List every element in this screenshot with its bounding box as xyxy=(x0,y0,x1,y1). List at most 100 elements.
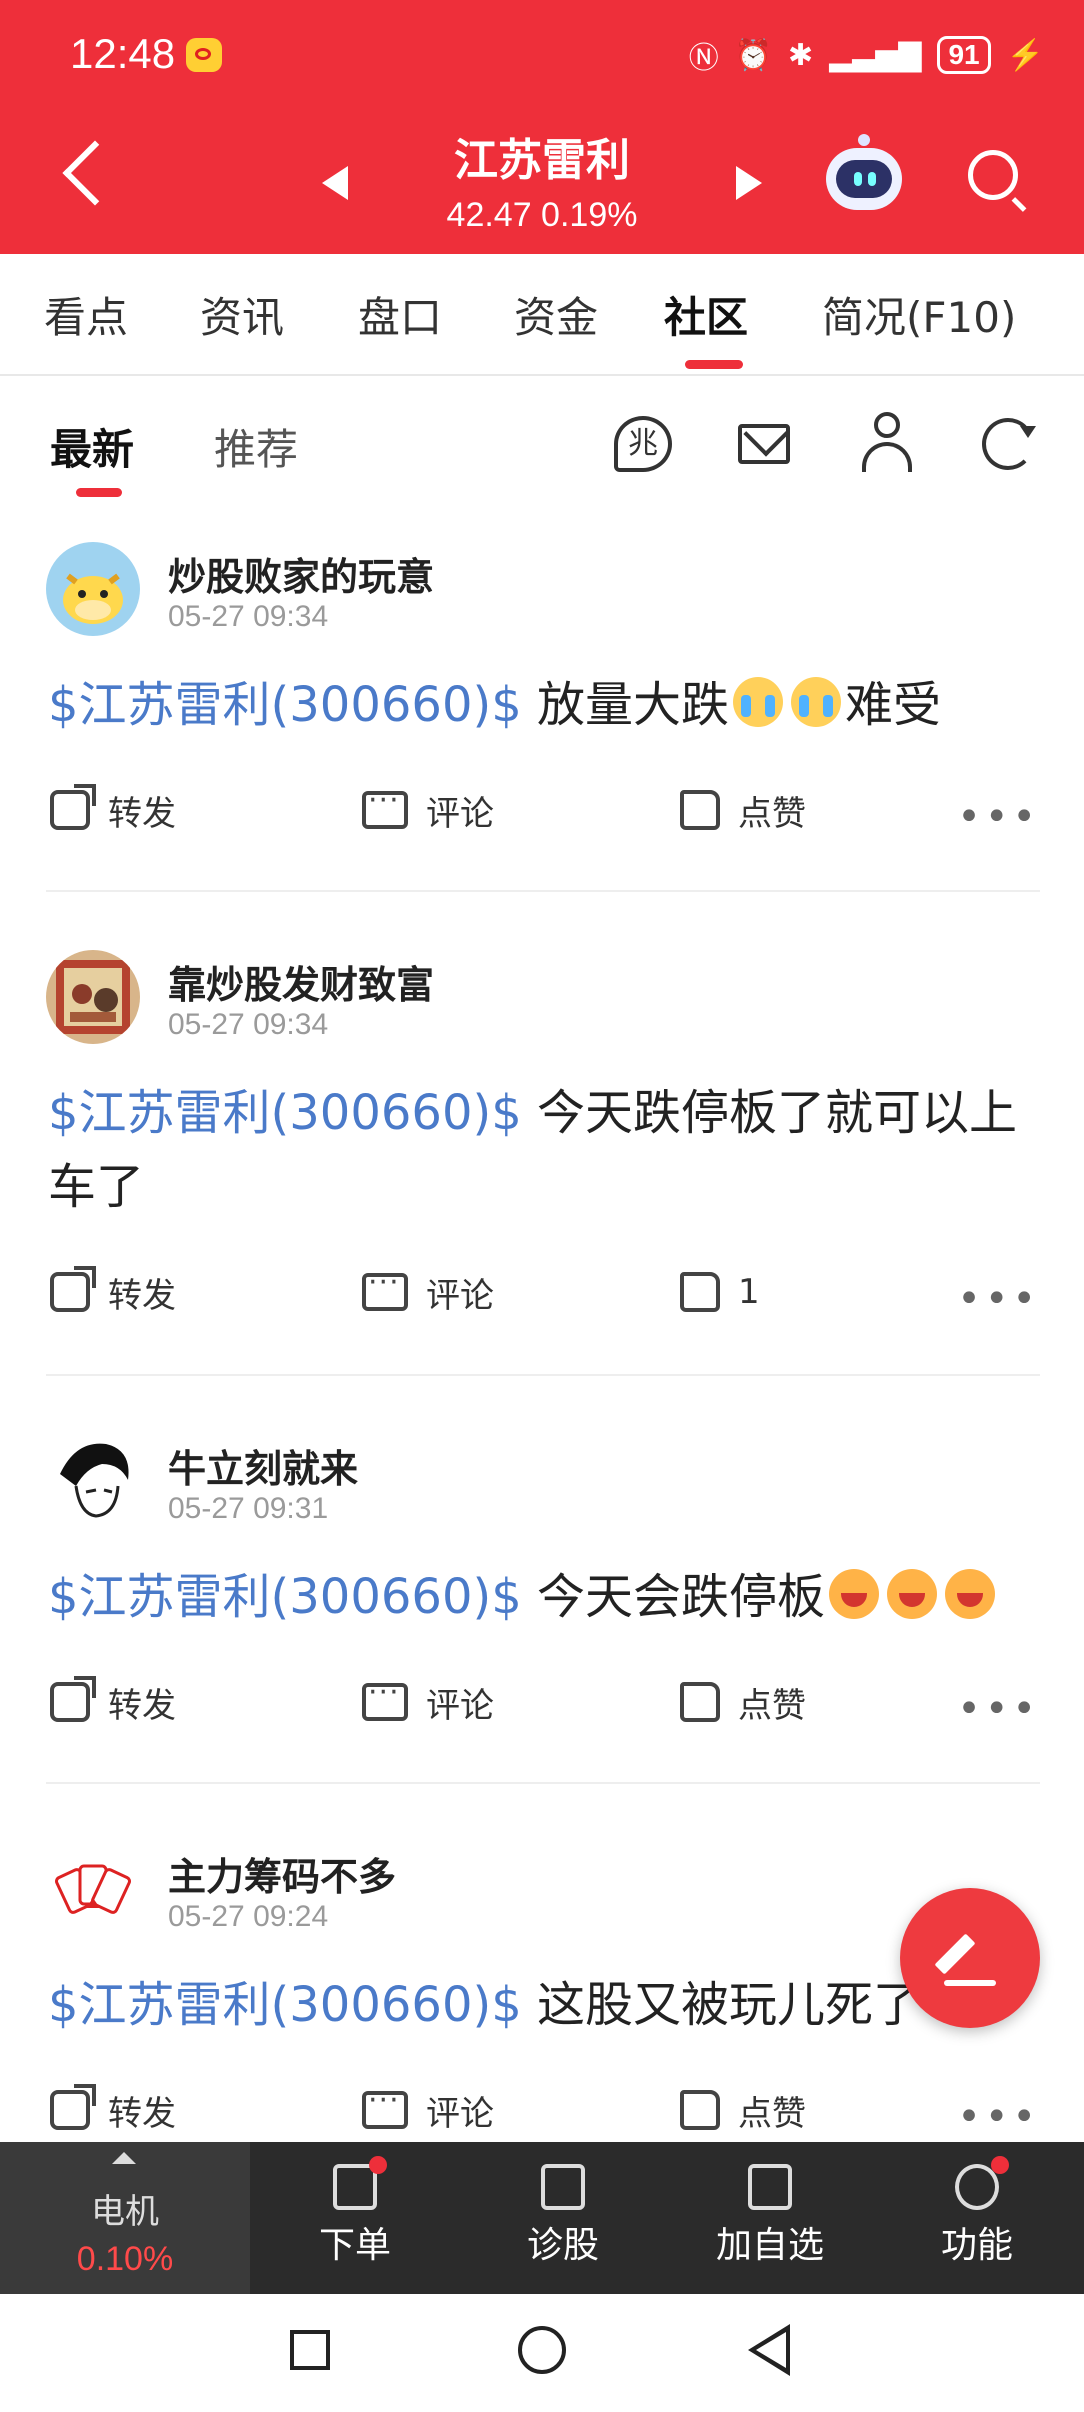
search-icon[interactable] xyxy=(968,150,1018,200)
divider xyxy=(46,1782,1040,1784)
post-content[interactable]: $江苏雷利(300660)$ 今天会跌停板 xyxy=(48,1560,1038,1634)
recent-apps-icon[interactable] xyxy=(290,2330,330,2370)
sector-change: 0.10% xyxy=(76,2240,174,2278)
laughing-emoji-icon xyxy=(829,1569,880,1619)
post-content[interactable]: $江苏雷利(300660)$ 今天跌停板了就可以上车了 xyxy=(48,1076,1038,1224)
like-button[interactable]: 点赞 xyxy=(680,780,806,840)
diagnose-stock-button[interactable]: 诊股 xyxy=(498,2142,628,2294)
stock-tag-link[interactable]: $江苏雷利(300660)$ xyxy=(48,1569,522,1625)
username[interactable]: 主力筹码不多 xyxy=(168,1846,396,1901)
post-content[interactable]: $江苏雷利(300660)$ 这股又被玩儿死了 xyxy=(48,1968,1038,2042)
more-icon[interactable]: ••• xyxy=(957,794,1040,840)
alarm-icon: ⏰ xyxy=(734,38,773,72)
notification-dot xyxy=(991,2156,1009,2174)
crying-emoji-icon xyxy=(733,677,784,727)
avatar[interactable] xyxy=(46,542,140,636)
stock-tabs: 看点 资讯 盘口 资金 社区 简况(F10) xyxy=(0,254,1084,376)
topic-icon[interactable]: 兆 xyxy=(614,416,672,472)
more-icon[interactable]: ••• xyxy=(957,1276,1040,1322)
username[interactable]: 牛立刻就来 xyxy=(168,1438,358,1493)
comment-button[interactable]: 评论 xyxy=(362,1672,494,1732)
notification-dot xyxy=(369,2156,387,2174)
stock-price: 42.47 0.19% xyxy=(446,196,638,234)
stock-name: 江苏雷利 xyxy=(454,135,630,186)
username[interactable]: 靠炒股发财致富 xyxy=(168,954,434,1009)
crying-emoji-icon xyxy=(791,677,842,727)
share-button[interactable]: 转发 xyxy=(50,1672,176,1732)
post-text-tail: 难受 xyxy=(845,677,942,733)
share-button[interactable]: 转发 xyxy=(50,780,176,840)
back-nav-icon[interactable] xyxy=(748,2324,790,2376)
thumbs-up-icon xyxy=(680,1272,720,1312)
like-button[interactable]: 1 xyxy=(680,1262,760,1322)
active-subtab-indicator xyxy=(76,488,122,497)
post-text: 放量大跌 xyxy=(521,677,730,733)
like-button[interactable]: 点赞 xyxy=(680,1672,806,1732)
tab-news[interactable]: 资讯 xyxy=(200,284,284,345)
signal-icon: ▂▃▅▇ xyxy=(829,38,922,72)
tab-pankou[interactable]: 盘口 xyxy=(358,284,442,345)
thumbs-up-icon xyxy=(680,790,720,830)
like-button[interactable]: 点赞 xyxy=(680,2080,806,2140)
comment-button[interactable]: 评论 xyxy=(362,2080,494,2140)
post-text: 这股又被玩儿死了 xyxy=(521,1977,922,2033)
compose-post-button[interactable] xyxy=(900,1888,1040,2028)
tab-f10[interactable]: 简况(F10) xyxy=(822,284,1016,345)
stock-tag-link[interactable]: $江苏雷利(300660)$ xyxy=(48,1977,522,2033)
battery-icon: 91 xyxy=(937,36,991,74)
message-icon[interactable] xyxy=(738,424,790,464)
home-icon[interactable] xyxy=(518,2326,566,2374)
tab-kandian[interactable]: 看点 xyxy=(44,284,128,345)
refresh-icon[interactable] xyxy=(982,418,1036,470)
post-time: 05-27 09:34 xyxy=(168,1008,329,1041)
comment-button[interactable]: 评论 xyxy=(362,1262,494,1322)
username[interactable]: 炒股败家的玩意 xyxy=(168,546,434,601)
laughing-emoji-icon xyxy=(887,1569,938,1619)
tab-funds[interactable]: 资金 xyxy=(514,284,598,345)
stock-tag-link[interactable]: $江苏雷利(300660)$ xyxy=(48,1085,522,1141)
avatar[interactable] xyxy=(46,950,140,1044)
share-button[interactable]: 转发 xyxy=(50,1262,176,1322)
divider xyxy=(46,1374,1040,1376)
system-nav-bar xyxy=(0,2294,1084,2412)
share-icon xyxy=(50,2084,96,2130)
comment-button[interactable]: 评论 xyxy=(362,780,494,840)
subtab-recommended[interactable]: 推荐 xyxy=(214,416,298,477)
share-button[interactable]: 转发 xyxy=(50,2080,176,2140)
more-icon[interactable]: ••• xyxy=(957,1686,1040,1732)
post-content[interactable]: $江苏雷利(300660)$ 放量大跌 难受 xyxy=(48,668,1038,742)
community-subtabs: 最新 推荐 xyxy=(0,376,1084,506)
comment-icon xyxy=(362,1675,408,1721)
profile-icon[interactable] xyxy=(862,412,912,472)
active-tab-indicator xyxy=(685,360,743,369)
diagnose-icon xyxy=(541,2164,585,2210)
comment-icon xyxy=(362,1265,408,1311)
post-actions: 转发 评论 点赞 ••• xyxy=(0,780,1084,840)
order-button[interactable]: 下单 xyxy=(290,2142,420,2294)
tab-community[interactable]: 社区 xyxy=(664,284,748,345)
post-actions: 转发 评论 点赞 ••• xyxy=(0,1672,1084,1732)
avatar[interactable] xyxy=(46,1434,140,1528)
sector-indicator[interactable]: 电机 0.10% xyxy=(0,2142,250,2294)
share-icon xyxy=(50,784,96,830)
avatar[interactable] xyxy=(46,1842,140,1936)
order-icon xyxy=(333,2156,387,2210)
post-time: 05-27 09:31 xyxy=(168,1492,329,1525)
stock-tag-link[interactable]: $江苏雷利(300660)$ xyxy=(48,677,522,733)
share-icon xyxy=(50,1266,96,1312)
post-time: 05-27 09:24 xyxy=(168,1900,329,1933)
next-stock-icon[interactable] xyxy=(736,166,762,200)
subtab-latest[interactable]: 最新 xyxy=(50,416,134,477)
functions-button[interactable]: 功能 xyxy=(912,2142,1042,2294)
add-watchlist-button[interactable]: 加自选 xyxy=(700,2142,840,2294)
robot-assistant-icon[interactable] xyxy=(826,134,902,210)
nfc-icon: Ⓝ xyxy=(688,42,719,75)
status-bar: 12:48 Ⓝ ⏰ ✱ ▂▃▅▇ 91 ⚡ xyxy=(0,0,1084,110)
status-icons: Ⓝ ⏰ ✱ ▂▃▅▇ 91 ⚡ xyxy=(689,32,1044,78)
more-icon[interactable]: ••• xyxy=(957,2094,1040,2140)
comment-icon xyxy=(362,2083,408,2129)
sector-name: 电机 xyxy=(91,2192,159,2232)
comment-icon xyxy=(362,783,408,829)
weibo-notification-icon xyxy=(186,38,222,72)
post-actions: 转发 评论 1 ••• xyxy=(0,1262,1084,1322)
